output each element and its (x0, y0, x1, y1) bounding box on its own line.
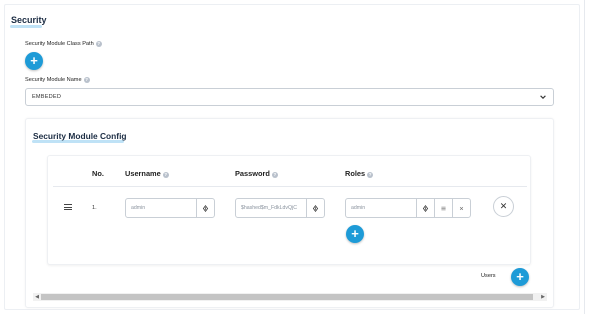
config-title: Security Module Config (33, 131, 127, 141)
expression-icon[interactable] (416, 199, 434, 217)
row-number: 1. (92, 205, 97, 211)
class-path-label-text: Security Module Class Path (25, 41, 94, 47)
horizontal-scrollbar[interactable]: ◀ ▶ (33, 293, 547, 301)
section-title: Security (11, 15, 47, 25)
add-user-button[interactable]: + (511, 268, 529, 286)
roles-field: admin (345, 198, 471, 218)
roles-input[interactable]: admin (346, 199, 416, 217)
chevron-down-icon (540, 95, 546, 99)
column-header-password-text: Password (235, 169, 270, 178)
table-header-divider (53, 186, 527, 187)
module-name-label: Security Module Name? (25, 77, 90, 83)
help-icon[interactable]: ? (162, 172, 169, 178)
module-name-label-text: Security Module Name (25, 77, 82, 83)
security-settings-page: Security Security Module Class Path? + S… (0, 0, 600, 314)
column-header-password: Password? (235, 169, 278, 178)
column-header-roles: Roles? (345, 169, 374, 178)
add-role-button[interactable]: + (346, 225, 364, 243)
class-path-label: Security Module Class Path? (25, 41, 102, 47)
list-icon[interactable] (434, 199, 452, 217)
username-input[interactable]: admin (126, 199, 196, 217)
help-icon[interactable]: ? (271, 172, 278, 178)
clear-icon[interactable] (452, 199, 470, 217)
expression-icon[interactable] (306, 199, 324, 217)
column-header-roles-text: Roles (345, 169, 366, 178)
module-name-select[interactable]: EMBEDED (25, 88, 554, 106)
panel-divider (584, 0, 585, 314)
drag-handle-icon[interactable] (64, 204, 72, 210)
scrollbar-thumb[interactable] (41, 294, 533, 300)
scroll-left-icon[interactable]: ◀ (33, 293, 41, 301)
password-input[interactable]: $hashed$m_FdkLdvQjC (236, 199, 306, 217)
username-field: admin (125, 198, 215, 218)
help-icon[interactable]: ? (367, 172, 374, 178)
column-header-username: Username? (125, 169, 169, 178)
remove-row-button[interactable]: ✕ (493, 196, 514, 217)
module-name-value: EMBEDED (32, 94, 62, 100)
column-header-username-text: Username (125, 169, 161, 178)
users-label: Users (481, 273, 496, 279)
add-class-path-button[interactable]: + (25, 52, 43, 70)
password-field: $hashed$m_FdkLdvQjC (235, 198, 325, 218)
expression-icon[interactable] (196, 199, 214, 217)
column-header-no: No. (92, 169, 104, 178)
scroll-right-icon[interactable]: ▶ (539, 293, 547, 301)
help-icon[interactable]: ? (83, 77, 90, 83)
section-title-highlight (10, 25, 42, 28)
help-icon[interactable]: ? (95, 41, 102, 47)
